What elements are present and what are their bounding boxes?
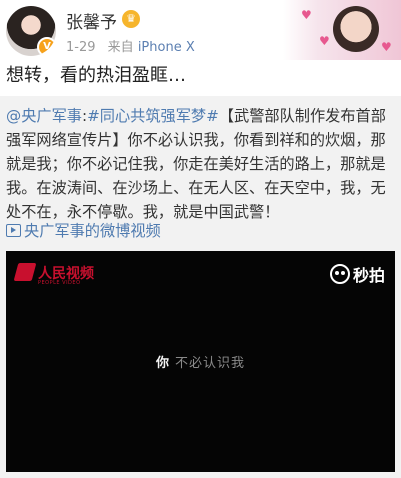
header-decoration: ♥ ♥ ♥ <box>283 0 401 60</box>
heart-icon: ♥ <box>301 8 312 22</box>
source-device[interactable]: iPhone X <box>138 40 195 55</box>
miaopai-label: 秒拍 <box>352 266 385 285</box>
subtitle-bright: 你 <box>155 356 169 371</box>
brand-logo: 人民视频 PEOPLE VIDEO <box>13 263 94 286</box>
video-subtitle: 你不必认识我 <box>6 352 395 371</box>
video-player[interactable]: 人民视频 PEOPLE VIDEO 秒拍 你不必认识我 <box>6 251 395 472</box>
post-date: 1-29 <box>66 40 96 55</box>
subtitle-dim: 不必认识我 <box>175 356 246 371</box>
post-header: V 张馨予 ♛ 1-29 来自 iPhone X ♥ ♥ ♥ <box>0 0 401 60</box>
miaopai-watermark: 秒拍 <box>329 263 385 285</box>
topic-hashtag[interactable]: #同心共筑强军梦# <box>87 107 219 125</box>
avatar[interactable]: V <box>6 6 56 56</box>
crown-icon: ♛ <box>122 10 140 28</box>
repost-card[interactable]: @央广军事:#同心共筑强军梦#【武警部队制作发布首部强军网络宣传片】你不必认识我… <box>0 96 401 478</box>
miaopai-icon <box>329 264 350 284</box>
video-link-label[interactable]: 央广军事的微博视频 <box>24 222 161 240</box>
decoration-portrait <box>333 6 379 52</box>
post-meta: 1-29 来自 iPhone X <box>66 36 195 55</box>
video-icon <box>6 224 21 237</box>
repost-text: @央广军事:#同心共筑强军梦#【武警部队制作发布首部强军网络宣传片】你不必认识我… <box>6 104 396 224</box>
username[interactable]: 张馨予 <box>66 8 117 33</box>
brand-mark-icon <box>13 263 37 281</box>
source-prefix: 来自 <box>107 40 134 55</box>
author-mention[interactable]: @央广军事 <box>6 107 82 125</box>
verified-badge-icon: V <box>37 37 56 56</box>
heart-icon: ♥ <box>319 34 330 48</box>
video-link[interactable]: 央广军事的微博视频 <box>6 219 161 243</box>
heart-icon: ♥ <box>381 40 392 54</box>
brand-sub: PEOPLE VIDEO <box>38 280 81 286</box>
post-text: 想转，看的热泪盈眶… <box>6 65 186 86</box>
